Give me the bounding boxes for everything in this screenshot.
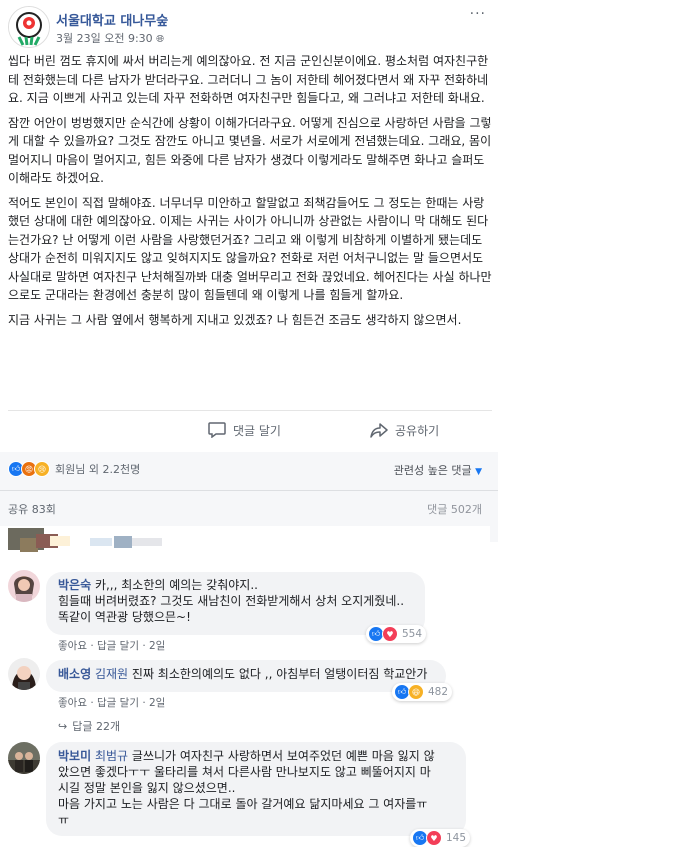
- comment-composer[interactable]: [0, 526, 490, 554]
- sort-label: 관련성 높은 댓글: [393, 464, 472, 477]
- love-icon: ♥: [382, 626, 398, 642]
- comment-author[interactable]: 배소영: [58, 667, 91, 681]
- comment-text: 글쓰니가 여자친구 사랑하면서 보여주었던 예쁜 마음 잃지 않: [131, 749, 435, 763]
- commenter-photo: [8, 742, 40, 774]
- commenter-photo: [8, 570, 40, 602]
- reply-link[interactable]: 답글 달기: [97, 697, 139, 709]
- comment-text: ㅠ: [58, 813, 70, 827]
- tagged-user[interactable]: 김재원: [95, 667, 128, 681]
- comment-text: 카,,, 최소한의 예의는 갖춰야지..: [94, 578, 258, 592]
- tagged-user[interactable]: 최범규: [95, 749, 128, 763]
- comment-text: 았으면 좋겠다ㅜㅜ 울타리를 쳐서 다른사람 만나보지도 않고 삐뚤어지지 마: [58, 765, 431, 779]
- reaction-summary[interactable]: 👍︎ 😡︎ 😢︎ 회원님 외 2.2천명: [8, 460, 140, 478]
- comment-reactions[interactable]: 👍︎ ♥ 554: [366, 625, 427, 643]
- post-paragraph: 지금 사귀는 그 사람 옆에서 행복하게 지내고 있겠죠? 나 힘든건 조금도 …: [8, 312, 462, 327]
- caret-down-icon: ▼: [475, 467, 482, 477]
- comment-time[interactable]: 2일: [149, 697, 165, 709]
- post-paragraph: 씹다 버린 껌도 휴지에 싸서 버리는게 예의잖아요. 전 지금 군인신분이에요…: [8, 54, 489, 105]
- post-body: 씹다 버린 껌도 휴지에 싸서 버리는게 예의잖아요. 전 지금 군인신분이에요…: [8, 52, 492, 335]
- post-timestamp[interactable]: 3월 23일 오전 9:30: [56, 32, 153, 45]
- reaction-count: 554: [402, 628, 423, 640]
- post-header: 서울대학교 대나무숲 3월 23일 오전 9:30 🌐︎ ···: [8, 6, 492, 50]
- reaction-count: 482: [428, 686, 449, 698]
- comment-bubble: 박은숙 카,,, 최소한의 예의는 갖춰야지.. 힘들때 버려버렸죠? 그것도 …: [46, 572, 425, 635]
- replies-count: 답글 22개: [72, 720, 121, 733]
- post-paragraph: 잠깐 어안이 벙벙했지만 순식간에 상황이 이해가더라구요. 어떻게 진심으로 …: [8, 115, 492, 186]
- comment-action-label: 댓글 달기: [233, 423, 281, 438]
- post-paragraph: 적어도 본인이 직접 말해야죠. 너무너무 미안하고 할말없고 죄책감들어도 그…: [8, 195, 492, 303]
- divider: [8, 410, 492, 411]
- share-action-label: 공유하기: [395, 423, 440, 438]
- comment-time[interactable]: 2일: [149, 640, 165, 652]
- reaction-count: 145: [446, 832, 467, 844]
- blurred-block: [132, 538, 162, 546]
- reply-arrow-icon: ↪: [58, 719, 68, 733]
- post-card: 서울대학교 대나무숲 3월 23일 오전 9:30 🌐︎ ··· 씹다 버린 껌…: [0, 0, 498, 847]
- comment-text: 진짜 최소한의예의도 없다 ,, 아침부터 얼탱이터짐 학교안가: [131, 667, 428, 681]
- view-replies-link[interactable]: ↪ 답글 22개: [58, 718, 120, 734]
- comment-bubble: 박보미 최범규 글쓰니가 여자친구 사랑하면서 보여주었던 예쁜 마음 잃지 않…: [46, 742, 466, 836]
- comment-text: 힘들때 버려버렸죠? 그것도 새남친이 전화받게해서 상처 오지게줬네..: [58, 594, 405, 608]
- globe-icon: 🌐︎: [156, 34, 165, 45]
- share-icon: [370, 423, 388, 438]
- haha-icon: 😆︎: [408, 684, 424, 700]
- comment-text: 마음 가지고 노는 사람은 다 그대로 돌아 갈거예요 닮지마세요 그 여자를ㅠ: [58, 797, 428, 811]
- blurred-block: [90, 538, 112, 546]
- blurred-block: [114, 536, 132, 548]
- comment-count[interactable]: 댓글 502개: [427, 501, 482, 517]
- comment-sort-dropdown[interactable]: 관련성 높은 댓글 ▼: [394, 462, 482, 478]
- reaction-count: 회원님 외 2.2천명: [55, 463, 141, 476]
- commenter-avatar[interactable]: [8, 570, 40, 602]
- bamboo-forest-logo: [9, 7, 49, 47]
- sad-icon: 😢︎: [34, 461, 50, 477]
- page-name-link[interactable]: 서울대학교 대나무숲: [56, 10, 168, 29]
- comment-icon: [208, 422, 226, 438]
- comment-bubble: 배소영 김재원 진짜 최소한의예의도 없다 ,, 아침부터 얼탱이터짐 학교안가: [46, 660, 446, 692]
- ellipsis-icon[interactable]: ···: [470, 6, 486, 22]
- page-avatar[interactable]: [8, 6, 50, 48]
- love-icon: ♥: [426, 830, 442, 846]
- comment-text: 시길 정말 본인을 잃지 않으셨으면..: [58, 781, 236, 795]
- commenter-avatar[interactable]: [8, 658, 40, 690]
- share-button[interactable]: 공유하기: [370, 418, 439, 442]
- reply-link[interactable]: 답글 달기: [97, 640, 139, 652]
- divider: [0, 490, 498, 491]
- comment-author[interactable]: 박은숙: [58, 578, 91, 592]
- blurred-block: [50, 536, 70, 546]
- commenter-avatar[interactable]: [8, 742, 40, 774]
- comment-button[interactable]: 댓글 달기: [208, 418, 281, 442]
- commenter-photo: [8, 658, 40, 690]
- comment-reactions[interactable]: 👍︎ ♥ 145: [410, 829, 471, 847]
- comment-author[interactable]: 박보미: [58, 749, 91, 763]
- share-count[interactable]: 공유 83회: [8, 501, 56, 517]
- comment-reactions[interactable]: 👍︎ 😆︎ 482: [392, 683, 453, 701]
- like-link[interactable]: 좋아요: [58, 697, 87, 709]
- like-link[interactable]: 좋아요: [58, 640, 87, 652]
- comment-text: 똑같이 역관광 당했으믄~!: [58, 610, 191, 624]
